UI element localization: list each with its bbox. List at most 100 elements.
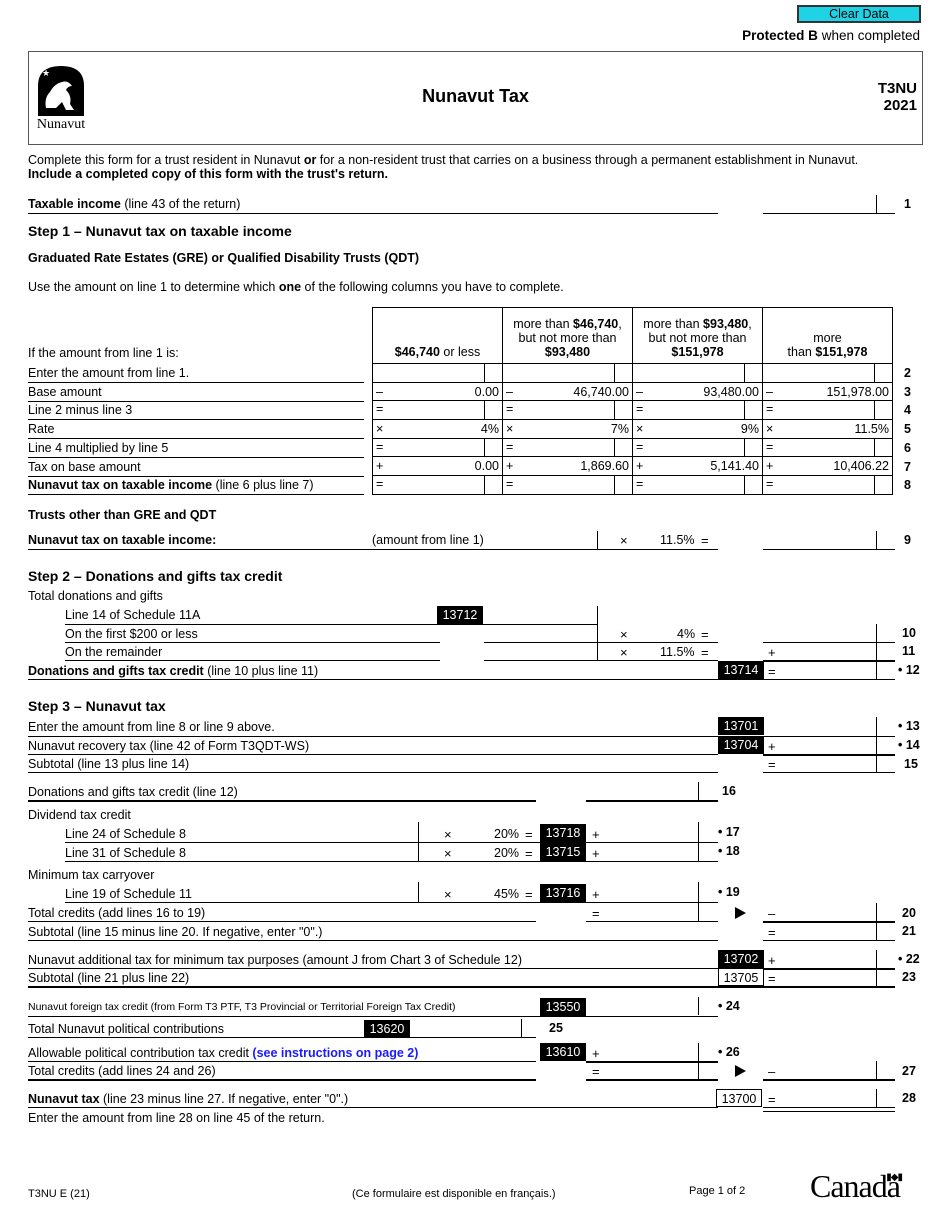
row-2-col-3-input[interactable] — [636, 364, 716, 380]
field-code-13620: 13620 — [364, 1020, 410, 1038]
line-24-foreign-tax-credit-input[interactable] — [586, 997, 698, 1015]
line-10-base-input[interactable] — [484, 624, 596, 642]
bracket-cell[interactable] — [502, 363, 633, 383]
line-20-input[interactable] — [780, 903, 876, 921]
line-23-subtotal-input[interactable] — [780, 968, 876, 986]
step-2-title: Step 2 – Donations and gifts tax credit — [28, 568, 283, 584]
table-row — [372, 363, 893, 383]
bracket-cell[interactable]: = — [632, 400, 763, 421]
line-14-recovery-tax-input[interactable] — [780, 736, 876, 754]
row-6-col-3-input[interactable] — [643, 438, 724, 455]
line-27-total-credits-input[interactable] — [604, 1061, 698, 1079]
line-9-hint: (amount from line 1) — [372, 533, 484, 547]
line17-result-input[interactable] — [604, 824, 698, 842]
line-22-additional-tax-input[interactable] — [780, 950, 876, 968]
field-code-13718: 13718 — [540, 824, 586, 842]
bracket-cell[interactable]: = — [762, 475, 893, 495]
step-3-title: Step 3 – Nunavut tax — [28, 698, 166, 714]
bracket-cell[interactable]: = — [762, 400, 893, 421]
line-16-input[interactable] — [586, 782, 698, 800]
field-code-13700: 13700 — [716, 1089, 762, 1107]
bracket-cell: +1,869.60 — [502, 456, 633, 477]
line-number: 7 — [904, 459, 911, 474]
line-13-input[interactable] — [780, 717, 876, 735]
bracket-cell: +0.00 — [372, 456, 503, 477]
bracket-cell[interactable] — [762, 363, 893, 383]
line-21-subtotal-input[interactable] — [780, 922, 876, 940]
line-1-taxable-income-input[interactable] — [763, 195, 876, 213]
line-26-political-credit-input[interactable] — [604, 1043, 698, 1061]
bracket-cell[interactable] — [632, 363, 763, 383]
line17-base-input[interactable] — [312, 824, 418, 842]
bracket-cell[interactable]: = — [502, 400, 633, 421]
line-14-schedule-11a-input[interactable] — [484, 606, 596, 624]
intro-text: Complete this form for a trust resident … — [28, 153, 859, 167]
row-8-col-3-input[interactable] — [643, 476, 724, 493]
row-8-col-2-input[interactable] — [513, 476, 594, 493]
line-20-total-credits-input[interactable] — [604, 903, 698, 921]
bracket-column-header: more than $46,740, but not more than $93,4… — [502, 307, 633, 364]
line-11-result-input[interactable] — [780, 642, 876, 660]
footer-french-note: (Ce formulaire est disponible en françai… — [352, 1188, 556, 1200]
line-11-base-input[interactable] — [484, 642, 596, 660]
row-4-col-4-input[interactable] — [773, 401, 854, 418]
line-9-result-input[interactable] — [763, 531, 876, 549]
field-code-13704: 13704 — [718, 736, 764, 754]
bracket-cell[interactable]: = — [762, 437, 893, 458]
row-6-col-1-input[interactable] — [383, 438, 464, 455]
line-12-label: Donations and gifts tax credit (line 10 … — [28, 664, 319, 678]
form-code: T3NU 2021 — [877, 80, 917, 114]
bracket-cell[interactable] — [372, 363, 503, 383]
bracket-cell[interactable]: = — [502, 437, 633, 458]
canada-flag-icon: ▮◆▮ — [886, 1172, 903, 1183]
field-code-13701: 13701 — [718, 717, 764, 735]
bracket-cell[interactable]: = — [372, 437, 503, 458]
row-4-col-1-input[interactable] — [383, 401, 464, 418]
bracket-cell: × 11.5% — [762, 419, 893, 439]
bracket-column-header: $46,740 or less — [372, 307, 503, 364]
field-code-13712: 13712 — [437, 606, 483, 624]
row-6-col-2-input[interactable] — [513, 438, 594, 455]
field-code-13715: 13715 — [540, 843, 586, 861]
row-8-col-1-input[interactable] — [383, 476, 464, 493]
bracket-cell: × 4% — [372, 419, 503, 439]
field-code-13716: 13716 — [540, 884, 586, 902]
bracket-cell[interactable]: = — [372, 400, 503, 421]
canada-wordmark: Canada ▮◆▮ — [810, 1168, 903, 1204]
bracket-column-header: more than $93,480, but not more than $151,… — [632, 307, 763, 364]
line-28-nunavut-tax-input[interactable] — [780, 1089, 876, 1107]
row-8-col-4-input[interactable] — [773, 476, 854, 493]
line18-result-input[interactable] — [604, 843, 698, 861]
bracket-cell[interactable]: = — [502, 475, 633, 495]
line-9-amount-input[interactable] — [485, 531, 597, 549]
row-4-col-2-input[interactable] — [513, 401, 594, 418]
field-code-13714: 13714 — [718, 661, 764, 679]
line-25-political-contributions-input[interactable] — [410, 1019, 521, 1037]
bracket-cell[interactable]: = — [632, 437, 763, 458]
bracket-cell[interactable]: = — [632, 475, 763, 495]
line-15-subtotal-input[interactable] — [780, 755, 876, 773]
line19-base-input[interactable] — [312, 884, 418, 902]
line19-result-input[interactable] — [604, 884, 698, 902]
row-2-col-4-input[interactable] — [766, 364, 846, 380]
line-12-donations-credit-input[interactable] — [780, 661, 876, 679]
line-number: 5 — [904, 422, 911, 437]
line-27-input[interactable] — [780, 1061, 876, 1079]
see-instructions-link[interactable]: (see instructions on page 2) — [252, 1046, 418, 1060]
step1-row-label: Nunavut tax on taxable income (line 6 pl… — [28, 478, 314, 493]
form-header: ★ Nunavut Nunavut Tax T3NU 2021 — [28, 51, 923, 145]
field-code-13702: 13702 — [718, 950, 764, 968]
line-number: 4 — [904, 403, 911, 418]
line-26-label: Allowable political contribution tax cre… — [28, 1046, 419, 1060]
row-2-col-2-input[interactable] — [506, 364, 586, 380]
line18-base-input[interactable] — [312, 843, 418, 861]
step1-row-label: Tax on base amount — [28, 459, 141, 474]
table-row: = = = = — [372, 400, 893, 421]
clear-data-button[interactable]: Clear Data — [797, 5, 921, 23]
row-6-col-4-input[interactable] — [773, 438, 854, 455]
row-2-col-1-input[interactable] — [376, 364, 456, 380]
row-4-col-3-input[interactable] — [643, 401, 724, 418]
bracket-cell[interactable]: = — [372, 475, 503, 495]
line-10-result-input[interactable] — [763, 624, 876, 642]
step1-row-label: Line 2 minus line 3 — [28, 403, 133, 418]
